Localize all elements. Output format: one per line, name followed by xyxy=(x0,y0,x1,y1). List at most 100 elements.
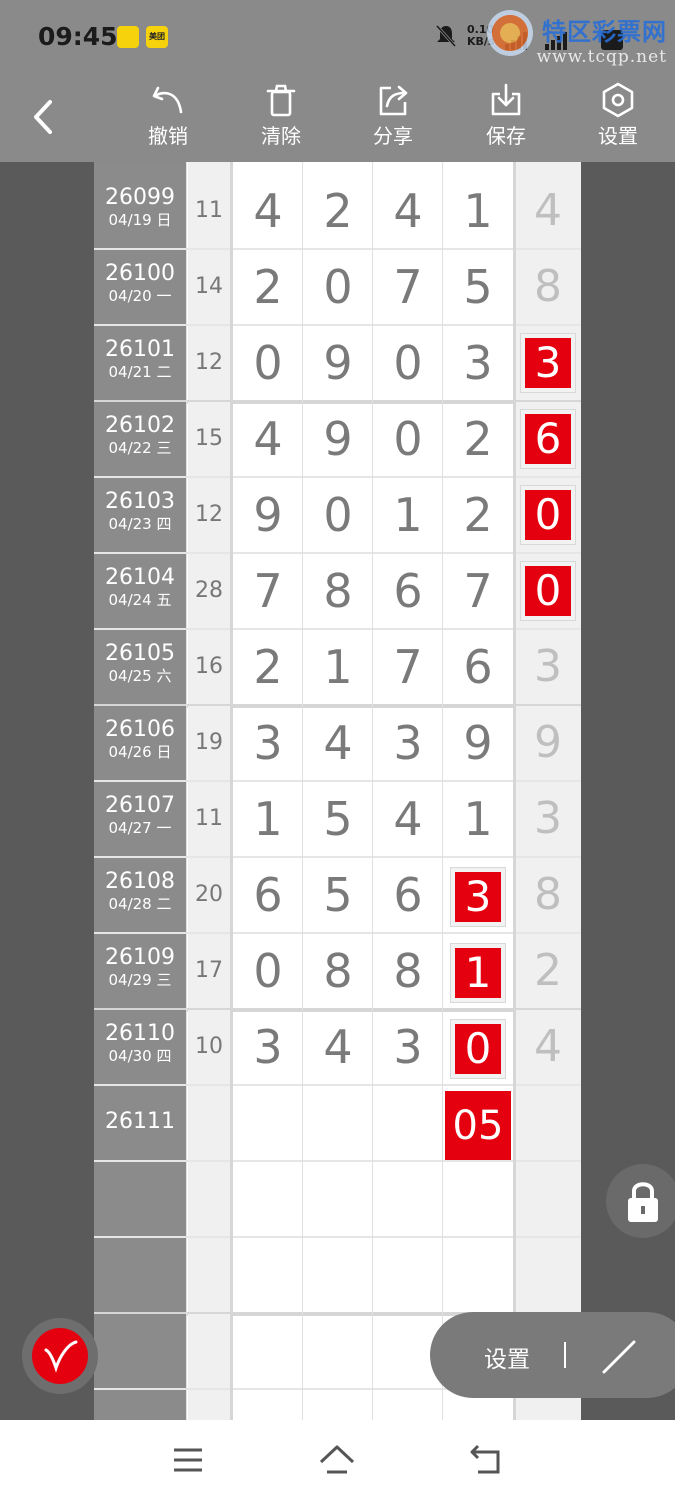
table-row[interactable]: 26104 04/24 五 28 7 8 6 7 0 xyxy=(94,554,581,630)
digit-cell[interactable]: 7 xyxy=(374,250,442,324)
share-button[interactable]: 分享 xyxy=(358,82,428,158)
table-row[interactable]: 26101 04/21 二 12 0 9 0 3 3 xyxy=(94,326,581,402)
digit-cell[interactable] xyxy=(304,1162,372,1236)
back-nav-button[interactable] xyxy=(466,1442,506,1478)
digit-cell[interactable]: 8 xyxy=(374,934,442,1008)
digit-cell[interactable]: 9 xyxy=(234,478,302,552)
digit-cell[interactable]: 0 xyxy=(234,326,302,400)
digit-cell[interactable] xyxy=(304,1314,372,1388)
digit-cell[interactable]: 4 xyxy=(234,174,302,248)
digit-cell[interactable]: 05 xyxy=(444,1086,512,1161)
digit-cell[interactable]: 5 xyxy=(444,250,512,324)
digit-cell[interactable] xyxy=(374,1238,442,1312)
draw-line-icon[interactable] xyxy=(590,1326,650,1390)
digit-cell[interactable]: 4 xyxy=(304,706,372,780)
digit-cell[interactable]: 2 xyxy=(304,174,372,248)
digit-cell[interactable]: 3 xyxy=(374,706,442,780)
digit-cell[interactable]: 0 xyxy=(374,402,442,476)
floating-settings-pill[interactable]: 设置 xyxy=(430,1312,675,1398)
digit-cell[interactable]: 3 xyxy=(444,858,512,932)
digit-cell[interactable]: 1 xyxy=(374,478,442,552)
digit-cell[interactable]: 1 xyxy=(444,174,512,248)
table-row[interactable]: 26111 05 xyxy=(94,1086,581,1162)
last-digit-cell[interactable]: 0 xyxy=(515,554,581,628)
digit-cell[interactable] xyxy=(234,1162,302,1236)
digit-cell[interactable]: 7 xyxy=(374,630,442,704)
digit-cell[interactable]: 0 xyxy=(234,934,302,1008)
menu-button[interactable] xyxy=(168,1442,208,1478)
last-digit-cell[interactable]: 4 xyxy=(515,1010,581,1084)
lottery-trend-table[interactable]: 26099 04/19 日 11 4 2 4 1 4 26100 04/20 一 14 2 0 7 5 8 26… xyxy=(94,162,581,1420)
digit-cell[interactable] xyxy=(234,1314,302,1388)
digit-cell[interactable] xyxy=(304,1086,372,1160)
digit-cell[interactable]: 9 xyxy=(444,706,512,780)
last-digit-cell[interactable]: 3 xyxy=(515,630,581,704)
digit-cell[interactable]: 6 xyxy=(374,554,442,628)
digit-cell[interactable]: 1 xyxy=(444,782,512,856)
digit-cell[interactable]: 5 xyxy=(304,858,372,932)
digit-cell[interactable] xyxy=(374,1086,442,1160)
last-digit-cell[interactable]: 2 xyxy=(515,934,581,1008)
table-row[interactable] xyxy=(94,1238,581,1314)
last-digit-cell[interactable]: 8 xyxy=(515,250,581,324)
digit-cell[interactable] xyxy=(374,1162,442,1236)
digit-cell[interactable] xyxy=(304,1238,372,1312)
digit-cell[interactable]: 2 xyxy=(234,250,302,324)
last-digit-cell[interactable] xyxy=(515,1238,581,1312)
clear-button[interactable]: 清除 xyxy=(246,82,316,158)
digit-cell[interactable]: 9 xyxy=(304,402,372,476)
back-button[interactable] xyxy=(24,92,68,142)
digit-cell[interactable]: 4 xyxy=(374,782,442,856)
digit-cell[interactable]: 2 xyxy=(444,478,512,552)
digit-cell[interactable]: 4 xyxy=(374,174,442,248)
digit-cell[interactable] xyxy=(444,1162,512,1236)
digit-cell[interactable]: 3 xyxy=(374,1010,442,1084)
digit-cell[interactable]: 7 xyxy=(444,554,512,628)
digit-cell[interactable]: 2 xyxy=(444,402,512,476)
digit-cell[interactable]: 3 xyxy=(444,326,512,400)
table-row[interactable]: 26103 04/23 四 12 9 0 1 2 0 xyxy=(94,478,581,554)
last-digit-cell[interactable]: 8 xyxy=(515,858,581,932)
digit-cell[interactable]: 6 xyxy=(374,858,442,932)
digit-cell[interactable]: 2 xyxy=(234,630,302,704)
digit-cell[interactable]: 3 xyxy=(234,1010,302,1084)
last-digit-cell[interactable]: 3 xyxy=(515,782,581,856)
digit-cell[interactable]: 5 xyxy=(304,782,372,856)
settings-button[interactable]: 设置 xyxy=(583,82,653,158)
digit-cell[interactable]: 6 xyxy=(444,630,512,704)
last-digit-cell[interactable]: 6 xyxy=(515,402,581,476)
digit-cell[interactable]: 0 xyxy=(304,250,372,324)
table-row[interactable]: 26100 04/20 一 14 2 0 7 5 8 xyxy=(94,250,581,326)
undo-button[interactable]: 撤销 xyxy=(133,82,203,158)
digit-cell[interactable] xyxy=(444,1238,512,1312)
save-button[interactable]: 保存 xyxy=(471,82,541,158)
table-row[interactable] xyxy=(94,1162,581,1238)
table-row[interactable]: 26109 04/29 三 17 0 8 8 1 2 xyxy=(94,934,581,1010)
digit-cell[interactable]: 0 xyxy=(374,326,442,400)
digit-cell[interactable]: 9 xyxy=(304,326,372,400)
floating-settings-label[interactable]: 设置 xyxy=(484,1340,530,1374)
last-digit-cell[interactable]: 4 xyxy=(515,174,581,248)
digit-cell[interactable]: 1 xyxy=(444,934,512,1008)
last-digit-cell[interactable]: 9 xyxy=(515,706,581,780)
table-row[interactable]: 26107 04/27 一 11 1 5 4 1 3 xyxy=(94,782,581,858)
home-button[interactable] xyxy=(317,1442,357,1478)
digit-cell[interactable]: 1 xyxy=(304,630,372,704)
digit-cell[interactable]: 4 xyxy=(234,402,302,476)
lock-button[interactable] xyxy=(606,1164,675,1238)
digit-cell[interactable]: 6 xyxy=(234,858,302,932)
digit-cell[interactable]: 7 xyxy=(234,554,302,628)
digit-cell[interactable]: 8 xyxy=(304,934,372,1008)
last-digit-cell[interactable]: 3 xyxy=(515,326,581,400)
digit-cell[interactable]: 3 xyxy=(234,706,302,780)
digit-cell[interactable] xyxy=(234,1238,302,1312)
digit-cell[interactable]: 8 xyxy=(304,554,372,628)
digit-cell[interactable]: 0 xyxy=(304,478,372,552)
last-digit-cell[interactable]: 0 xyxy=(515,478,581,552)
digit-cell[interactable]: 0 xyxy=(444,1010,512,1084)
last-digit-cell[interactable] xyxy=(515,1162,581,1236)
digit-cell[interactable]: 1 xyxy=(234,782,302,856)
table-row[interactable]: 26110 04/30 四 10 3 4 3 0 4 xyxy=(94,1010,581,1086)
pen-button[interactable] xyxy=(22,1318,98,1394)
digit-cell[interactable] xyxy=(234,1086,302,1160)
